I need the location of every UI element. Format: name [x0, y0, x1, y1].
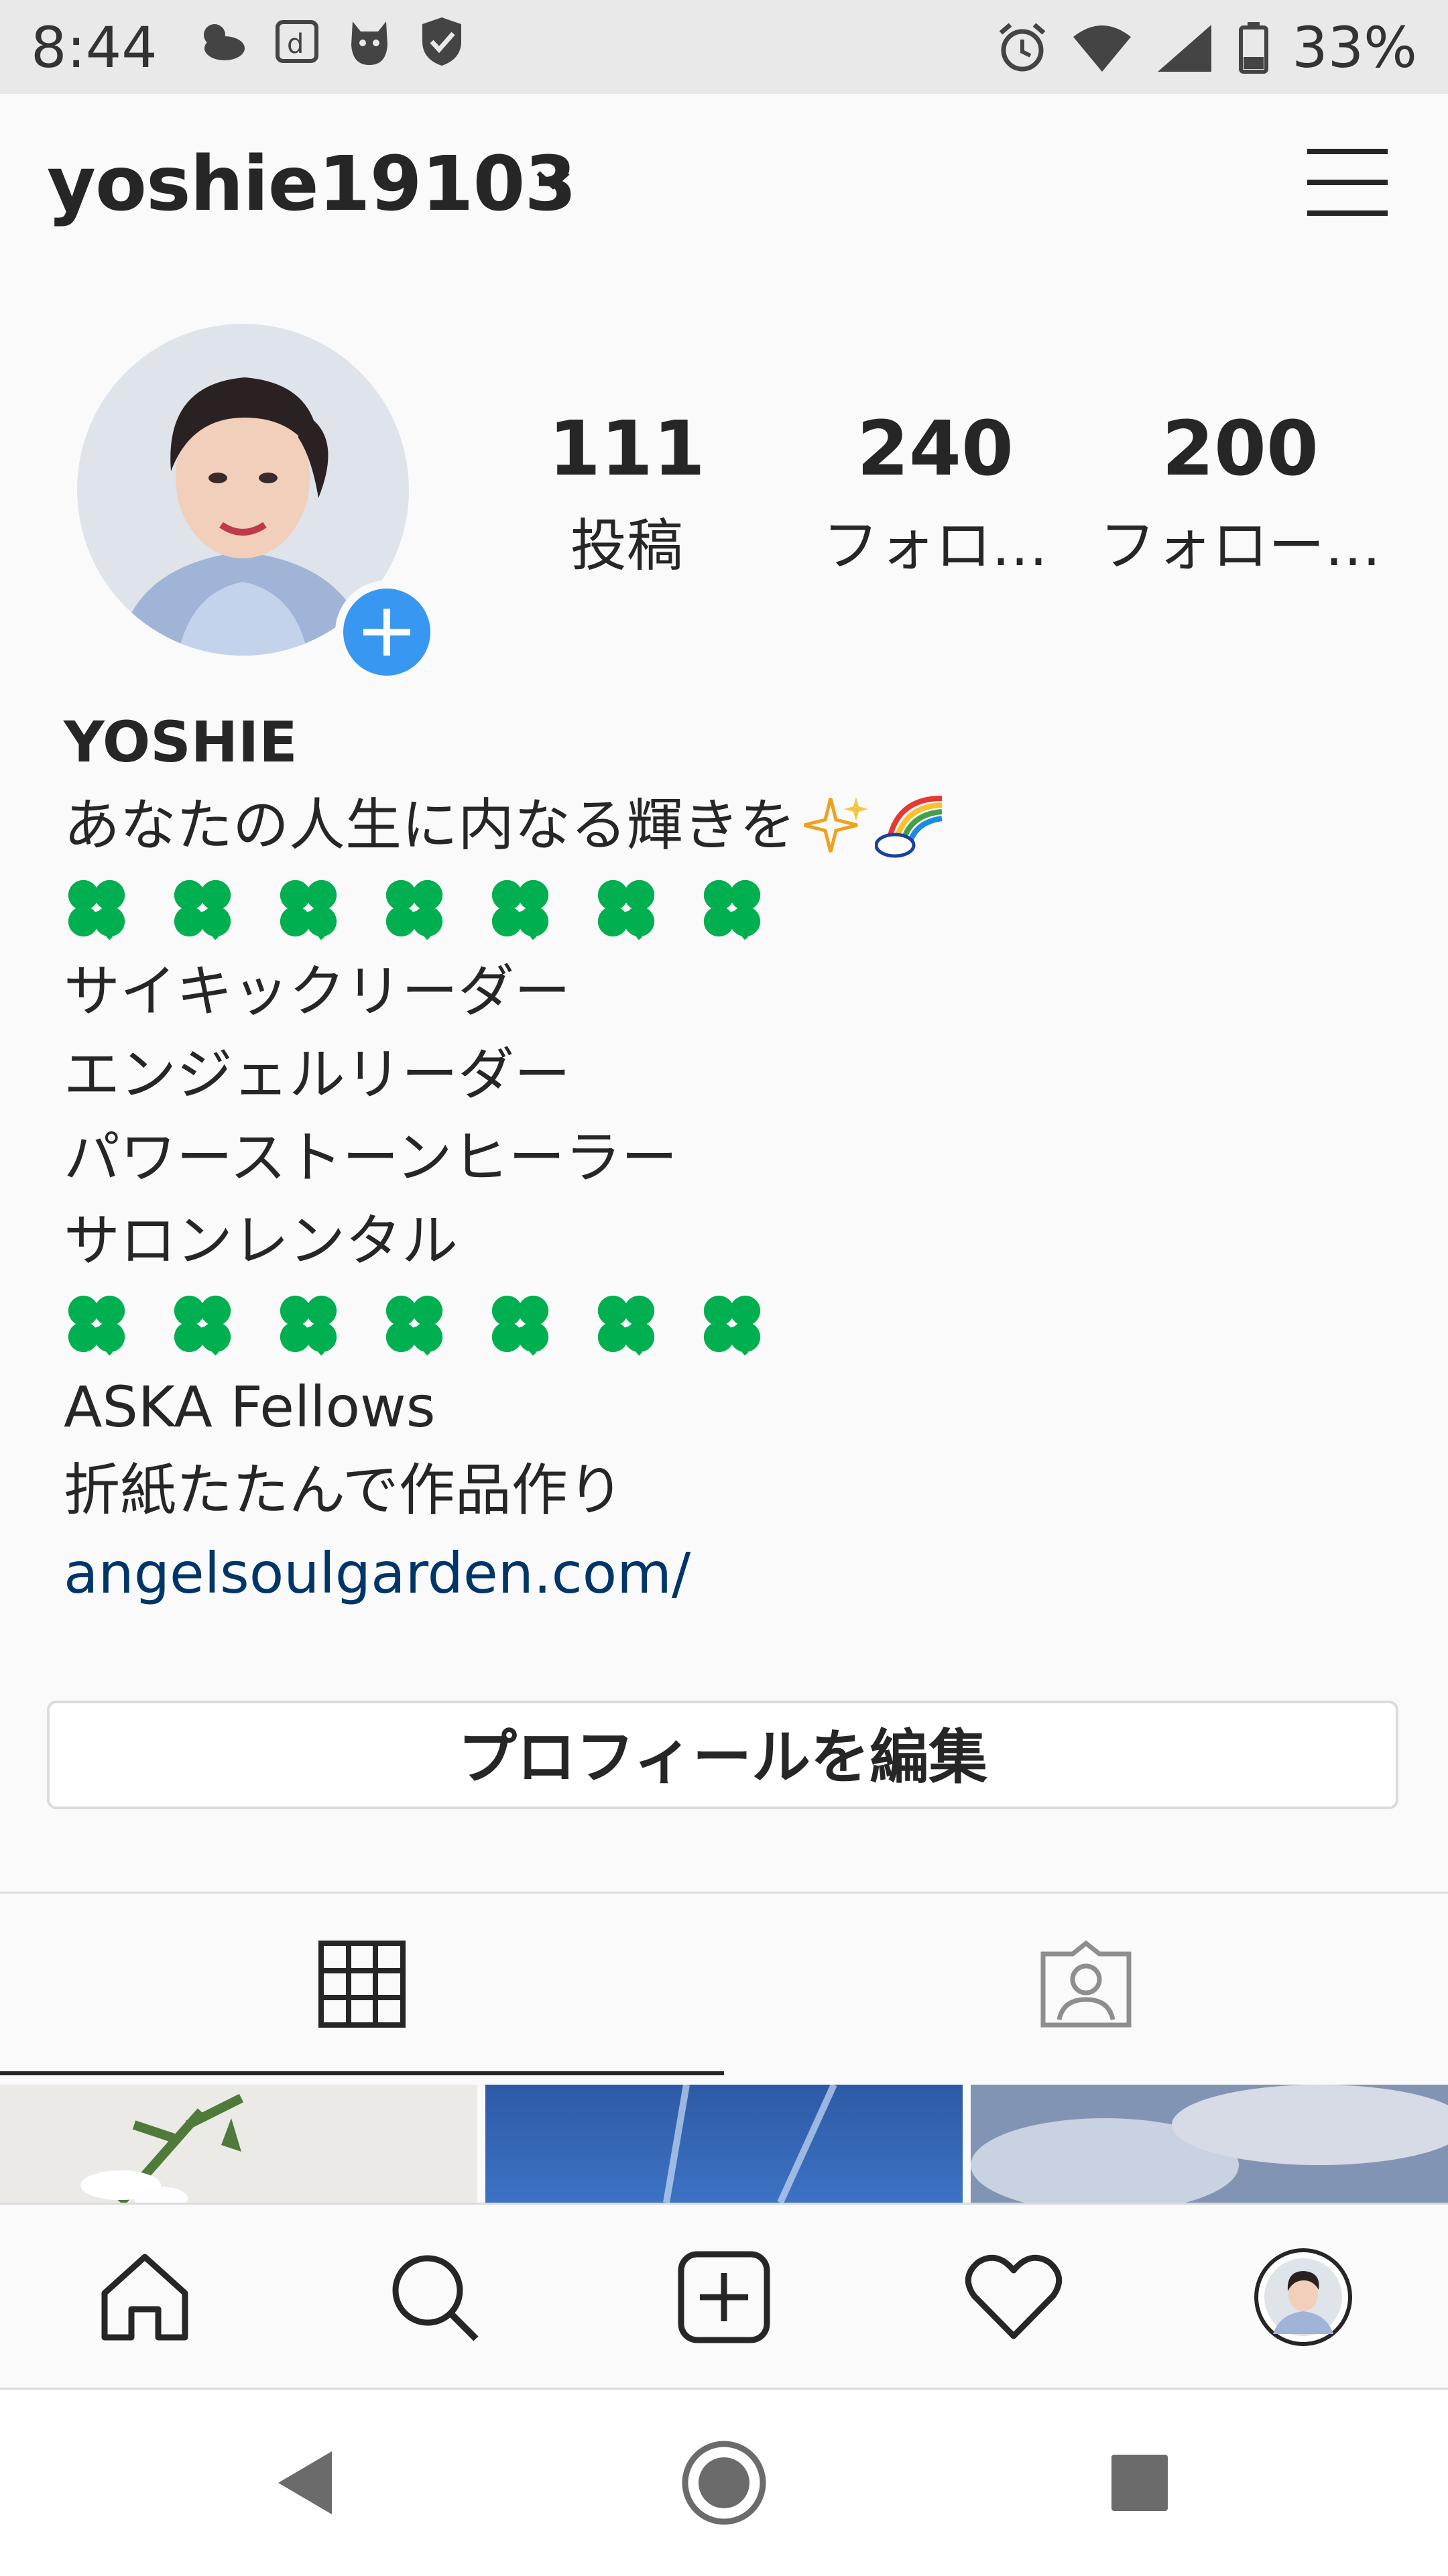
tab-grid[interactable]	[0, 1894, 724, 2075]
clover-row	[64, 1282, 1391, 1365]
tagged-person-icon	[1040, 1941, 1132, 2028]
clover-icon	[597, 1295, 655, 1356]
clover-icon	[280, 1295, 337, 1356]
home-icon	[101, 2254, 188, 2341]
weather-icon	[204, 24, 245, 60]
profile-header: yoshie19103	[0, 94, 1448, 275]
clover-icon	[491, 1295, 549, 1356]
clover-icon	[385, 1295, 443, 1356]
bio-role: パワーストーンヒーラー	[64, 1125, 678, 1190]
system-back-button[interactable]	[171, 2390, 439, 2576]
followers-label: フォロ…	[822, 513, 1048, 578]
status-bar: 8:44 d 33%	[0, 0, 1448, 94]
alarm-icon	[1000, 23, 1046, 72]
nav-profile[interactable]	[1158, 2205, 1448, 2390]
grid-icon	[318, 1941, 406, 2028]
stat-followers[interactable]: 240 フォロ…	[814, 406, 1056, 582]
back-icon	[278, 2451, 332, 2514]
stat-posts[interactable]: 111 投稿	[536, 406, 717, 582]
bio-hobby: 折紙たたんで作品作り	[64, 1457, 624, 1523]
system-navigation-bar	[0, 2388, 1448, 2576]
clover-icon	[68, 879, 125, 940]
signal-icon	[1158, 25, 1212, 72]
bottom-navigation	[0, 2203, 1448, 2390]
stat-following[interactable]: 200 フォロー…	[1099, 406, 1381, 582]
bio-tagline: あなたの人生に内なる輝きを	[64, 792, 796, 858]
edit-profile-button[interactable]: プロフィールを編集	[47, 1701, 1398, 1809]
post-thumbnail[interactable]	[0, 2085, 477, 2203]
nav-search[interactable]	[290, 2205, 579, 2390]
docomo-icon: d	[276, 20, 318, 63]
active-tab-indicator	[0, 2071, 724, 2075]
clover-icon	[597, 879, 655, 940]
wifi-icon	[1073, 25, 1132, 72]
tab-tagged[interactable]	[724, 1894, 1448, 2075]
add-story-button[interactable]	[335, 580, 438, 684]
rainbow-icon	[875, 796, 943, 858]
posts-label: 投稿	[570, 513, 683, 578]
clover-row	[64, 867, 1391, 950]
clover-icon	[385, 879, 443, 940]
profile-name: YOSHIE	[64, 709, 298, 775]
shield-icon	[422, 17, 461, 66]
chevron-down-icon[interactable]	[533, 166, 573, 193]
clover-icon	[174, 879, 231, 940]
bio-role: サイキックリーダー	[64, 959, 571, 1024]
system-recents-button[interactable]	[1006, 2390, 1274, 2576]
search-icon	[392, 2255, 479, 2341]
username-switcher[interactable]: yoshie19103	[47, 141, 577, 228]
post-thumbnail[interactable]	[485, 2085, 963, 2203]
bio-website-link[interactable]: angelsoulgarden.com/	[64, 1532, 1391, 1615]
bio-tagline-row: あなたの人生に内なる輝きを	[64, 784, 1391, 867]
clover-icon	[68, 1295, 125, 1356]
home-circle-icon	[682, 2441, 766, 2525]
activity-heart-icon	[965, 2254, 1063, 2339]
following-label: フォロー…	[1099, 513, 1382, 578]
plus-icon	[363, 609, 410, 656]
nav-activity[interactable]	[869, 2205, 1158, 2390]
new-post-icon	[678, 2251, 770, 2343]
recents-square-icon	[1111, 2455, 1168, 2511]
clover-icon	[703, 1295, 761, 1356]
nav-new-post[interactable]	[579, 2205, 869, 2390]
menu-icon[interactable]	[1307, 146, 1388, 220]
nav-home[interactable]	[0, 2205, 290, 2390]
post-thumbnail[interactable]	[971, 2085, 1448, 2203]
posts-count: 111	[548, 406, 705, 493]
clover-icon	[174, 1295, 231, 1356]
system-home-button[interactable]	[590, 2390, 858, 2576]
followers-count: 240	[857, 406, 1014, 493]
dog-icon	[351, 21, 387, 65]
battery-percent: 33%	[1292, 15, 1417, 80]
profile-avatar-icon	[1254, 2248, 1352, 2346]
following-count: 200	[1162, 406, 1319, 493]
status-time: 8:44	[31, 15, 158, 80]
sparkles-icon	[804, 797, 869, 853]
clover-icon	[280, 879, 337, 940]
bio-fellows: ASKA Fellows	[64, 1374, 436, 1440]
profile-bio: YOSHIE あなたの人生に内なる輝きを サイキックリーダー エンジェルリーダー…	[64, 700, 1391, 1615]
bio-role: エンジェルリーダー	[64, 1042, 571, 1107]
clover-icon	[703, 879, 761, 940]
bio-role: サロンレンタル	[64, 1208, 459, 1274]
clover-icon	[491, 879, 549, 940]
battery-icon	[1239, 22, 1269, 74]
svg-text:d: d	[287, 29, 304, 60]
